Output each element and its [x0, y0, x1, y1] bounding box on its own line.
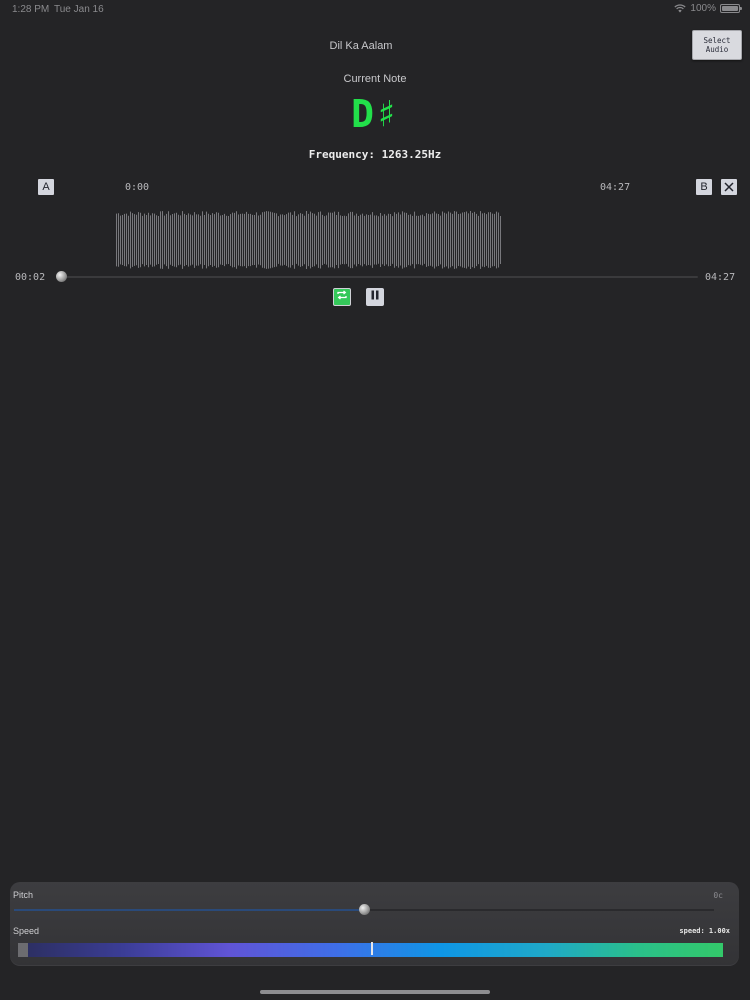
status-time: 1:28 PM [12, 4, 50, 15]
pause-icon [369, 288, 381, 306]
pause-button[interactable] [366, 288, 384, 306]
pitch-slider-thumb[interactable] [359, 904, 370, 915]
speed-value: speed: 1.00x [679, 927, 730, 935]
adjustments-panel: Pitch 0c Speed speed: 1.00x [10, 882, 739, 966]
pitch-value: 0c [713, 891, 723, 900]
current-time: 00:02 [15, 272, 46, 283]
loop-marker-a-button[interactable]: A [38, 179, 54, 195]
speed-slider-thumb[interactable] [370, 942, 373, 955]
pitch-label: Pitch [13, 890, 34, 900]
battery-percent: 100% [690, 3, 716, 14]
pitch-slider-fill [14, 909, 364, 911]
clear-loop-button[interactable] [721, 179, 737, 195]
status-right: 100% [674, 3, 742, 14]
close-icon [724, 182, 734, 192]
frequency-readout: Frequency: 1263.25Hz [308, 148, 442, 161]
loop-marker-b-button[interactable]: B [696, 179, 712, 195]
waveform[interactable] [116, 211, 501, 269]
battery-icon [720, 4, 742, 13]
playback-scrubber[interactable] [58, 276, 698, 278]
status-bar: 1:28 PM Tue Jan 16 100% [0, 0, 750, 18]
home-indicator [260, 990, 490, 994]
status-date: Tue Jan 16 [54, 4, 104, 15]
loop-end-time: 04:27 [600, 182, 631, 193]
speed-label: Speed [13, 926, 40, 936]
repeat-icon [336, 288, 348, 306]
current-note-label: Current Note [343, 73, 407, 85]
note-display: D♯ [351, 92, 399, 136]
scrubber-thumb[interactable] [55, 271, 67, 282]
wifi-icon [674, 4, 687, 13]
select-audio-button[interactable]: Select Audio [692, 30, 742, 60]
repeat-button[interactable] [333, 288, 351, 306]
song-title: Dil Ka Aalam [329, 40, 393, 52]
speed-slider-cap [18, 943, 28, 957]
total-time: 04:27 [705, 272, 736, 283]
loop-start-time: 0:00 [125, 182, 150, 193]
